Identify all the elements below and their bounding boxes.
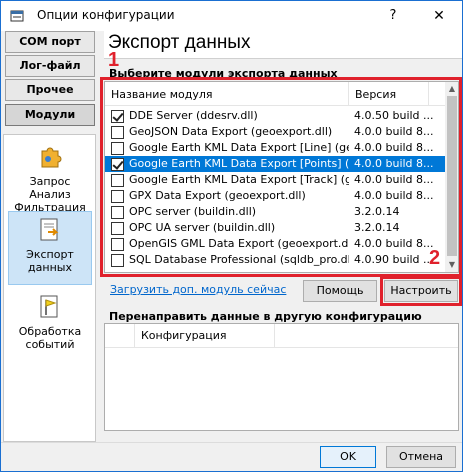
column-header-name[interactable]: Название модуля: [105, 82, 349, 106]
list-item[interactable]: OpenGIS GML Data Export (geoexport.dll) …: [105, 236, 445, 252]
module-checkbox[interactable]: [111, 158, 124, 171]
section-header: Экспорт данных: [104, 31, 462, 59]
module-name: SQL Database Professional (sqldb_pro.dll…: [129, 253, 349, 266]
tab-com-port[interactable]: COM порт: [5, 31, 95, 53]
list-item[interactable]: DDE Server (ddesrv.dll) 4.0.50 build ...: [105, 108, 445, 124]
module-label-filter: Запрос Анализ Фильтрация: [14, 175, 86, 214]
redirect-column-check: [105, 324, 135, 348]
list-item[interactable]: Google Earth KML Data Export [Line] (geo…: [105, 140, 445, 156]
module-checkbox[interactable]: [111, 206, 124, 219]
tab-modules[interactable]: Модули: [5, 104, 95, 126]
tab-other[interactable]: Прочее: [5, 79, 95, 101]
list-item[interactable]: Google Earth KML Data Export [Track] (ge…: [105, 172, 445, 188]
list-item[interactable]: OPC server (buildin.dll) 3.2.0.14: [105, 204, 445, 220]
list-item-selected[interactable]: Google Earth KML Data Export [Points] (g…: [105, 156, 445, 172]
module-version: 3.2.0.14: [354, 221, 400, 234]
module-version: 4.0.0 build 8...: [354, 173, 434, 186]
module-checkbox[interactable]: [111, 110, 124, 123]
module-checkbox[interactable]: [111, 174, 124, 187]
column-header-version[interactable]: Версия: [349, 82, 429, 106]
list-item[interactable]: GPX Data Export (geoexport.dll) 4.0.0 bu…: [105, 188, 445, 204]
list-header: Название модуля Версия: [105, 82, 445, 106]
title-bar: Опции конфигурации ? ✕: [1, 1, 462, 31]
module-item-export[interactable]: Экспорт данных: [8, 211, 92, 285]
module-item-events[interactable]: Обработка событий: [8, 293, 92, 359]
module-version: 4.0.0 build 8...: [354, 157, 434, 170]
module-label-export: Экспорт данных: [26, 248, 74, 274]
dialog-footer: OK Отмена: [1, 442, 462, 471]
scroll-down-icon[interactable]: ▼: [445, 258, 458, 272]
module-name: OPC server (buildin.dll): [129, 205, 257, 218]
close-button[interactable]: ✕: [417, 3, 461, 29]
window-title: Опции конфигурации: [37, 8, 175, 22]
list-item[interactable]: GeoJSON Data Export (geoexport.dll) 4.0.…: [105, 124, 445, 140]
module-name: Google Earth KML Data Export [Points] (g…: [129, 157, 349, 170]
cancel-button[interactable]: Отмена: [386, 446, 456, 468]
module-name: Google Earth KML Data Export [Line] (geo…: [129, 141, 349, 154]
list-scrollbar[interactable]: ▲ ▼: [445, 82, 458, 272]
filter-puzzle-icon: [41, 147, 62, 168]
redirect-column-config[interactable]: Конфигурация: [135, 324, 275, 348]
redirect-list-header: Конфигурация: [105, 324, 458, 348]
annotation-number-2: 2: [429, 247, 441, 269]
module-version: 4.0.0 build 8...: [354, 125, 434, 138]
app-icon: [10, 10, 24, 22]
module-version: 4.0.50 build ...: [354, 109, 434, 122]
module-name: DDE Server (ddesrv.dll): [129, 109, 258, 122]
module-name: OPC UA server (buildin.dll): [129, 221, 276, 234]
configure-button[interactable]: Настроить: [384, 280, 458, 302]
module-version: 4.0.0 build 8...: [354, 189, 434, 202]
module-version: 4.0.0 build 8...: [354, 141, 434, 154]
help-title-button[interactable]: ?: [373, 3, 413, 29]
module-checkbox[interactable]: [111, 254, 124, 267]
module-checkbox[interactable]: [111, 126, 124, 139]
redirect-group-label: Перенаправить данные в другую конфигурац…: [109, 310, 422, 323]
list-item[interactable]: OPC UA server (buildin.dll) 3.2.0.14: [105, 220, 445, 236]
scroll-thumb[interactable]: [447, 96, 457, 256]
scroll-up-icon[interactable]: ▲: [445, 82, 458, 96]
module-item-filter[interactable]: Запрос Анализ Фильтрация: [8, 143, 92, 214]
ok-button[interactable]: OK: [320, 446, 376, 468]
help-button[interactable]: Помощь: [303, 280, 377, 302]
module-version: 3.2.0.14: [354, 205, 400, 218]
load-module-link[interactable]: Загрузить доп. модуль сейчас: [110, 283, 286, 296]
module-checkbox[interactable]: [111, 222, 124, 235]
annotation-number-1: 1: [108, 49, 120, 71]
module-checkbox[interactable]: [111, 142, 124, 155]
module-checkbox[interactable]: [111, 238, 124, 251]
redirect-config-list[interactable]: Конфигурация: [104, 323, 459, 431]
config-options-window: Опции конфигурации ? ✕ COM порт Лог-файл…: [0, 0, 463, 472]
module-name: GPX Data Export (geoexport.dll): [129, 189, 306, 202]
module-checkbox[interactable]: [111, 190, 124, 203]
export-modules-list[interactable]: Название модуля Версия DDE Server (ddesr…: [104, 81, 459, 273]
left-nav-panel: COM порт Лог-файл Прочее Модули Запрос А…: [3, 31, 96, 442]
module-name: Google Earth KML Data Export [Track] (ge…: [129, 173, 349, 186]
module-label-events: Обработка событий: [18, 325, 82, 351]
section-title: Экспорт данных: [108, 32, 251, 53]
tab-log-file[interactable]: Лог-файл: [5, 55, 95, 77]
flag-events-icon: [40, 295, 58, 318]
module-name: OpenGIS GML Data Export (geoexport.dll): [129, 237, 349, 250]
list-item[interactable]: SQL Database Professional (sqldb_pro.dll…: [105, 252, 445, 268]
module-name: GeoJSON Data Export (geoexport.dll): [129, 125, 333, 138]
export-data-icon: [40, 218, 59, 241]
module-category-list: Запрос Анализ Фильтрация Экспорт данных …: [3, 134, 96, 442]
